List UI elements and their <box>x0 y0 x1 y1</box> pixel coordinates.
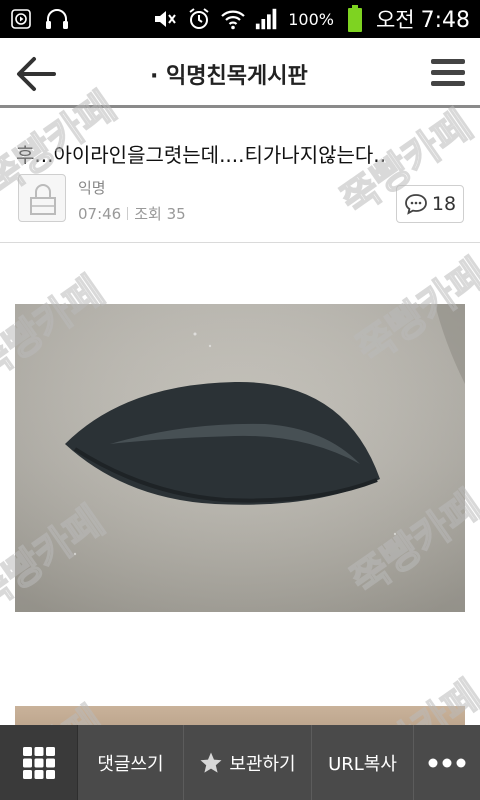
clock-ampm: 오전 <box>375 8 415 32</box>
post-time: 07:46 <box>78 204 122 223</box>
status-bar: 100% 오전 7:48 <box>0 0 480 38</box>
status-clock: 오전 7:48 <box>376 4 470 34</box>
alarm-icon <box>186 6 212 32</box>
post-content <box>0 244 480 725</box>
board-title: · 익명친목게시판 <box>150 64 308 89</box>
status-right-icons: 100% 오전 7:48 <box>152 4 470 34</box>
app-header: · 익명친목게시판 <box>0 38 480 108</box>
write-comment-label: 댓글쓰기 <box>97 753 164 775</box>
battery-icon <box>342 5 368 32</box>
headphones-icon <box>44 6 70 32</box>
hamburger-menu-icon <box>431 59 465 86</box>
star-icon <box>200 752 222 773</box>
clock-time: 7:48 <box>420 8 470 33</box>
post-author: 익명 <box>78 179 106 197</box>
meta-divider <box>127 207 129 220</box>
post-title: 후...아이라인을그렷는데....티가나지않는다.. <box>16 143 387 167</box>
back-button[interactable] <box>12 54 58 94</box>
post-header: 후...아이라인을그렷는데....티가나지않는다.. 익명 07:46 조회 3… <box>0 111 480 243</box>
comment-count: 18 <box>431 193 457 215</box>
wifi-icon <box>220 6 246 32</box>
media-player-icon <box>8 6 34 32</box>
signal-icon <box>254 6 280 32</box>
post-views: 조회 35 <box>134 205 186 223</box>
lock-icon <box>30 184 56 215</box>
write-comment-button[interactable]: 댓글쓰기 <box>78 725 184 800</box>
post-photo-second <box>15 706 465 725</box>
menu-button[interactable] <box>430 56 466 90</box>
status-left-icons <box>8 6 70 32</box>
save-post-button[interactable]: 보관하기 <box>184 725 312 800</box>
battery-percent: 100% <box>288 9 334 29</box>
save-post-label: 보관하기 <box>229 753 296 775</box>
comment-count-button[interactable]: 18 <box>396 185 464 223</box>
bottom-toolbar: 댓글쓰기 보관하기 URL복사 <box>0 725 480 800</box>
post-photo-eye <box>15 304 465 612</box>
more-dots-icon <box>428 758 466 767</box>
avatar[interactable] <box>18 174 66 222</box>
grid-icon <box>22 746 55 779</box>
post-meta: 07:46 조회 35 <box>78 203 186 224</box>
speech-bubble-icon <box>405 194 427 215</box>
copy-url-button[interactable]: URL복사 <box>312 725 414 800</box>
copy-url-label: URL복사 <box>328 753 397 775</box>
mute-icon <box>152 6 178 32</box>
grid-menu-button[interactable] <box>0 725 78 800</box>
back-arrow-icon <box>17 57 56 91</box>
more-options-button[interactable] <box>414 725 480 800</box>
